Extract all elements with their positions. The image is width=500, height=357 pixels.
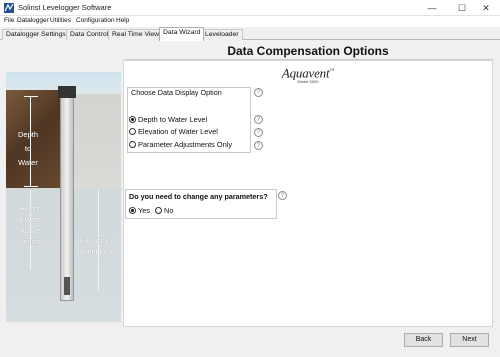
- tab-bar: Datalogger Settings Data Control Real Ti…: [0, 27, 500, 41]
- option-parameter-adjustments[interactable]: Parameter Adjustments Only: [129, 139, 232, 149]
- help-icon[interactable]: ?: [278, 191, 287, 200]
- well-cap: [58, 86, 76, 98]
- radio-elevation[interactable]: [129, 127, 136, 135]
- option-elevation[interactable]: Elevation of Water Level: [129, 126, 218, 136]
- change-parameters-question: Do you need to change any parameters?: [129, 192, 268, 201]
- aquavent-logo: Aquavent™ Model 3500: [277, 65, 339, 84]
- help-icon[interactable]: ?: [254, 88, 263, 97]
- option-yes[interactable]: Yes: [129, 205, 150, 215]
- radio-depth-to-water[interactable]: [129, 115, 136, 123]
- page-title-row: Data Compensation Options: [0, 44, 500, 58]
- radio-yes[interactable]: [129, 206, 136, 214]
- tab-leveloader[interactable]: Leveloader: [201, 29, 243, 40]
- help-icon[interactable]: ?: [254, 115, 263, 124]
- option-no-label: No: [164, 205, 174, 215]
- tab-data-wizard[interactable]: Data Wizard: [159, 27, 205, 41]
- help-icon[interactable]: ?: [254, 141, 263, 150]
- brand-trademark: ™: [329, 69, 335, 74]
- window-title: Solinst Levelogger Software: [18, 3, 112, 12]
- depth-label: Depth to Water: [17, 130, 38, 167]
- back-button[interactable]: Back: [404, 333, 443, 347]
- well-casing: [60, 86, 74, 301]
- menu-datalogger[interactable]: Datalogger: [17, 17, 49, 24]
- minimize-button[interactable]: —: [418, 0, 446, 16]
- well-illustration: Depth to Water Height of Water Above Sen…: [6, 72, 121, 322]
- page-title: Data Compensation Options: [227, 44, 389, 58]
- depth-guide-top: [24, 96, 38, 97]
- elevation-of-water-label: Elevation of Water Level: [79, 238, 117, 256]
- brand-name: Aquavent: [281, 65, 330, 81]
- help-icon[interactable]: ?: [254, 128, 263, 137]
- menu-utilities[interactable]: Utilities: [50, 17, 71, 24]
- option-no[interactable]: No: [155, 205, 173, 215]
- tab-datalogger-settings[interactable]: Datalogger Settings: [2, 29, 70, 40]
- menu-help[interactable]: Help: [116, 17, 129, 24]
- tab-real-time-view[interactable]: Real Time View: [108, 29, 164, 40]
- option-depth-to-water-label: Depth to Water Level: [138, 114, 208, 124]
- radio-parameter-adjustments[interactable]: [129, 140, 136, 148]
- tab-data-control[interactable]: Data Control: [66, 29, 113, 40]
- option-elevation-label: Elevation of Water Level: [138, 126, 218, 136]
- close-button[interactable]: ✕: [472, 0, 500, 16]
- next-button[interactable]: Next: [450, 333, 489, 347]
- levelogger-probe: [64, 277, 70, 295]
- option-parameter-adjustments-label: Parameter Adjustments Only: [138, 139, 233, 149]
- radio-no[interactable]: [155, 206, 162, 214]
- option-depth-to-water[interactable]: Depth to Water Level: [129, 114, 207, 124]
- menu-file[interactable]: File: [4, 17, 14, 24]
- depth-guide-bottom: [24, 186, 38, 187]
- app-logo-icon: [4, 3, 14, 13]
- title-bar: Solinst Levelogger Software — ☐ ✕: [0, 0, 500, 16]
- menu-bar: File Datalogger Utilities Configuration …: [0, 16, 500, 27]
- height-above-sensor-label: Height of Water Above Sensor: [16, 206, 44, 246]
- display-option-title: Choose Data Display Option: [131, 88, 222, 97]
- menu-configuration[interactable]: Configuration: [76, 17, 115, 24]
- option-yes-label: Yes: [138, 205, 151, 215]
